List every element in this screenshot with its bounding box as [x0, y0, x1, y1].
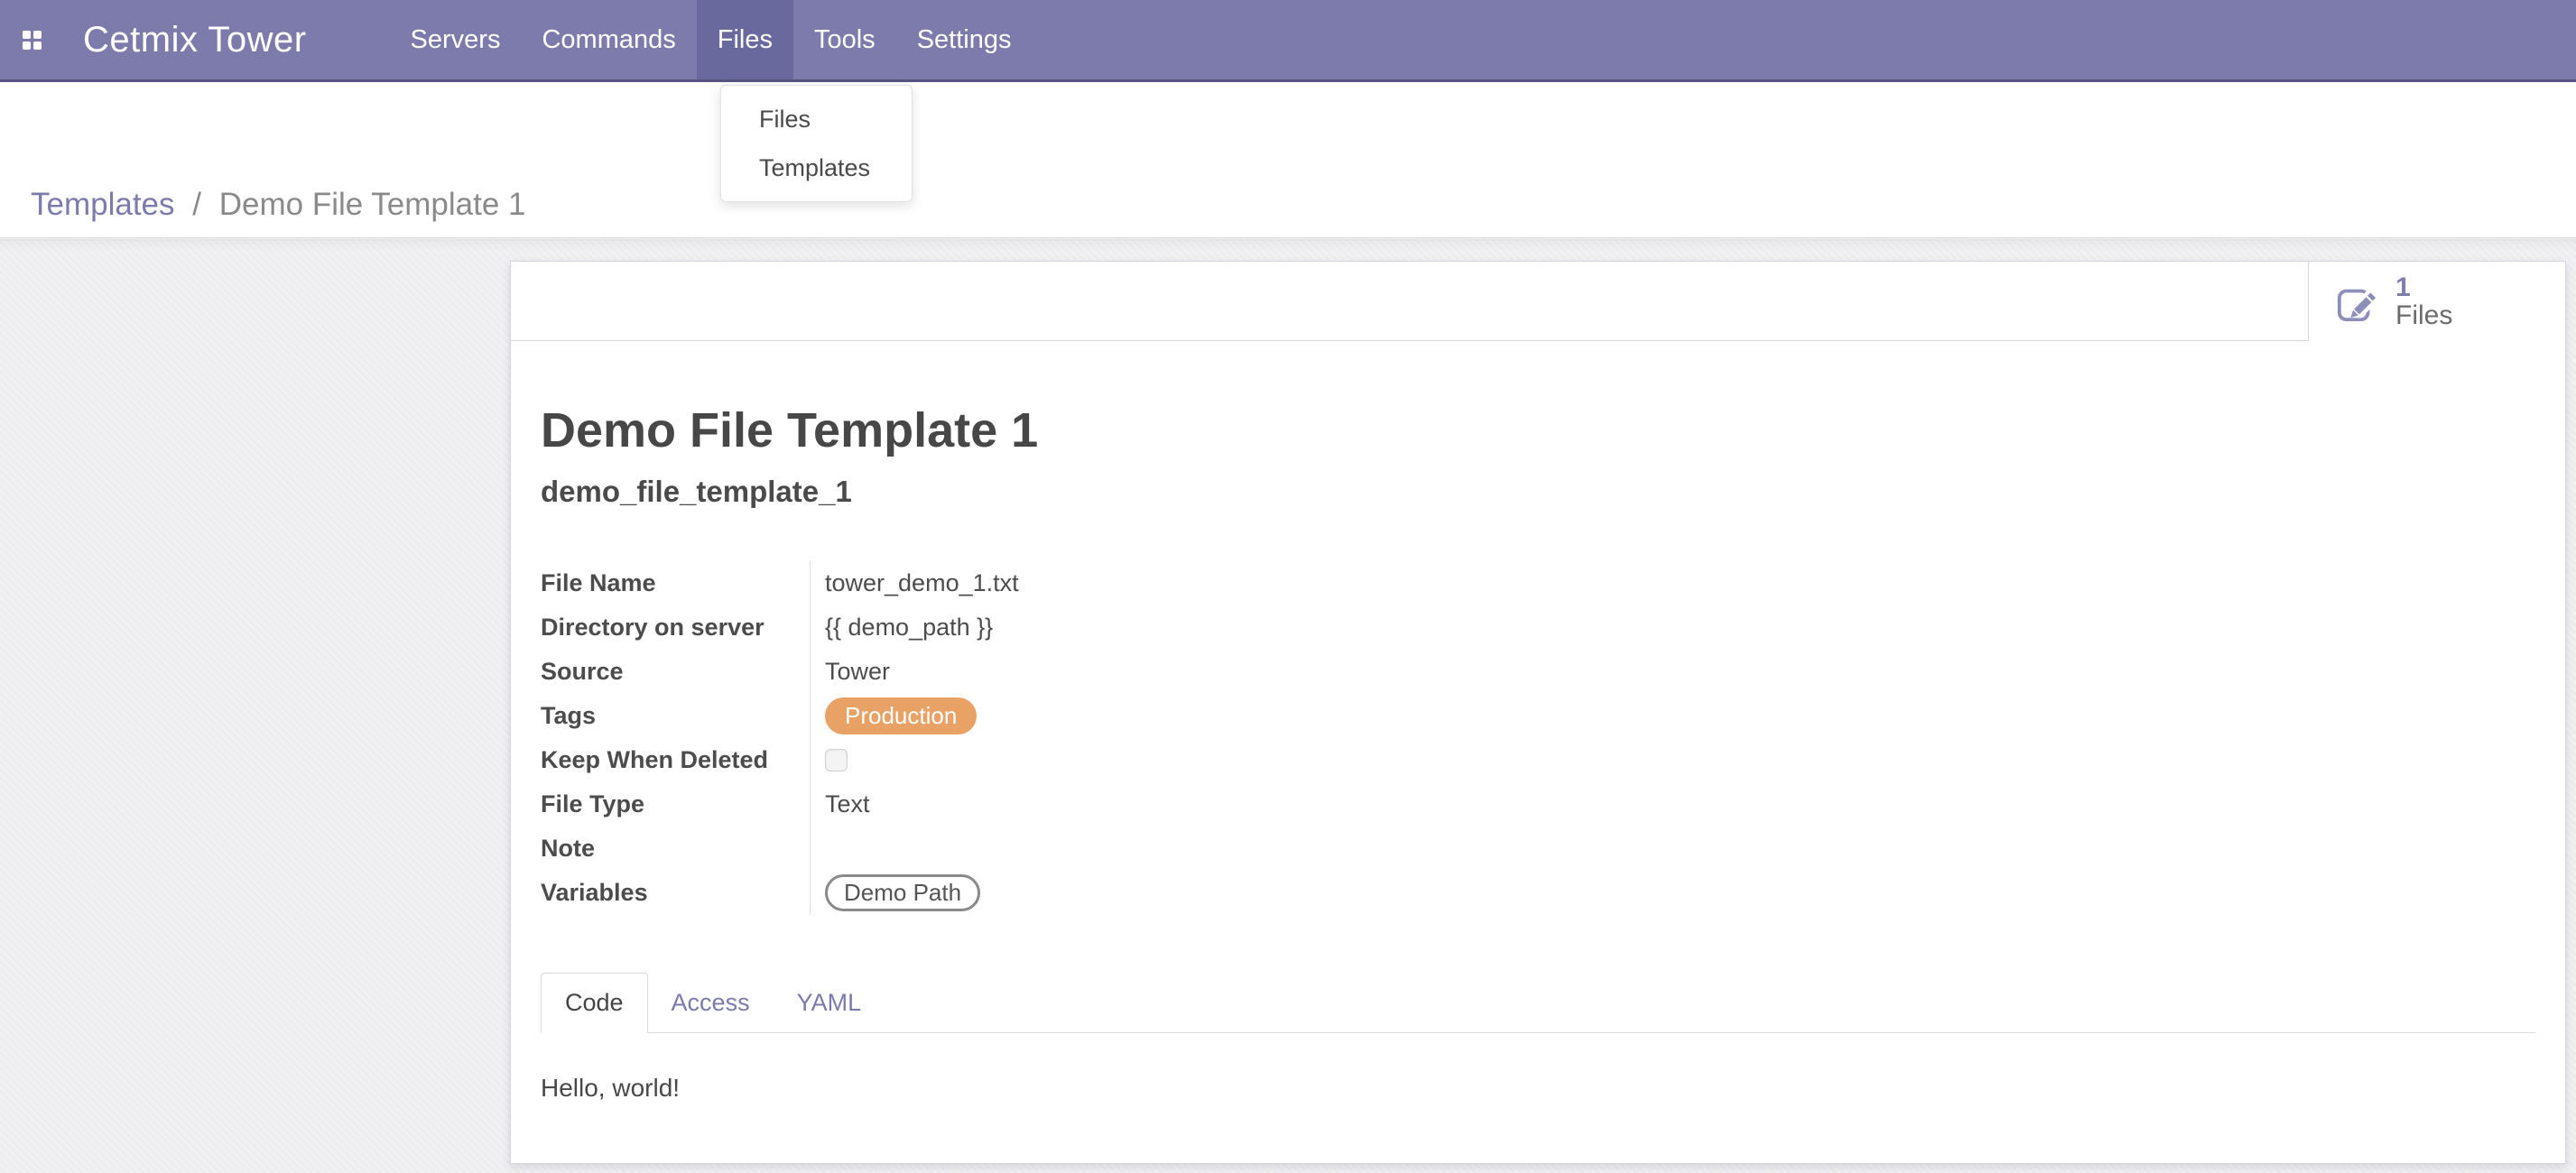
field-group: File Name tower_demo_1.txt Directory on …: [541, 561, 2535, 915]
keep-when-deleted-checkbox[interactable]: [825, 749, 848, 771]
field-label: Directory on server: [541, 605, 811, 650]
breadcrumb-separator: /: [192, 187, 201, 222]
field-row-keep-when-deleted: Keep When Deleted: [541, 738, 2535, 782]
field-label: Keep When Deleted: [541, 738, 811, 782]
field-value-file-type: Text: [811, 790, 870, 818]
button-box: 1 Files: [511, 262, 2565, 341]
field-value-directory: {{ demo_path }}: [811, 614, 993, 642]
variable-pill-demo-path[interactable]: Demo Path: [825, 874, 980, 911]
tag-badge-production[interactable]: Production: [825, 697, 977, 734]
breadcrumb-current: Demo File Template 1: [219, 187, 526, 222]
field-value-tags: Production: [811, 697, 977, 734]
stat-count: 1: [2395, 273, 2452, 301]
edit-square-icon: [2336, 281, 2377, 322]
field-label: Variables: [541, 871, 811, 915]
field-row-source: Source Tower: [541, 650, 2535, 694]
field-label: File Type: [541, 782, 811, 827]
form-view-background: 1 Files Demo File Template 1 demo_file_t…: [0, 239, 2576, 1173]
dropdown-item-files[interactable]: Files: [721, 95, 912, 143]
field-row-file-type: File Type Text: [541, 782, 2535, 827]
notebook-tabs: Code Access YAML: [541, 973, 2535, 1033]
files-stat-button[interactable]: 1 Files: [2308, 262, 2565, 341]
top-navbar: Cetmix Tower Servers Commands Files Tool…: [0, 0, 2576, 82]
field-value-keep-when-deleted: [811, 749, 848, 771]
breadcrumb-parent-link[interactable]: Templates: [31, 187, 175, 222]
field-row-note: Note: [541, 827, 2535, 871]
control-panel: Templates / Demo File Template 1 Edit Cr…: [0, 82, 2576, 238]
field-label: Source: [541, 650, 811, 694]
nav-item-settings[interactable]: Settings: [896, 0, 1033, 79]
stat-label: Files: [2395, 301, 2452, 329]
record-title: Demo File Template 1: [541, 402, 2535, 458]
field-value-variables: Demo Path: [811, 874, 980, 911]
field-label: Note: [541, 827, 811, 871]
apps-grid-icon[interactable]: [23, 31, 42, 50]
nav-item-servers[interactable]: Servers: [390, 0, 522, 79]
field-value-file-name: tower_demo_1.txt: [811, 569, 1019, 597]
record-card: 1 Files Demo File Template 1 demo_file_t…: [510, 261, 2566, 1164]
field-label: Tags: [541, 694, 811, 738]
nav-item-commands[interactable]: Commands: [521, 0, 696, 79]
nav-item-tools[interactable]: Tools: [793, 0, 896, 79]
tab-code[interactable]: Code: [541, 973, 648, 1033]
field-label: File Name: [541, 561, 811, 605]
stat-text: 1 Files: [2395, 273, 2452, 329]
files-dropdown-menu: Files Templates: [720, 85, 913, 202]
field-value-source: Tower: [811, 658, 890, 686]
field-row-tags: Tags Production: [541, 694, 2535, 738]
brand-title: Cetmix Tower: [83, 20, 307, 60]
code-tab-content: Hello, world!: [541, 1033, 2535, 1103]
tab-access[interactable]: Access: [648, 973, 774, 1032]
dropdown-item-templates[interactable]: Templates: [721, 143, 912, 192]
tab-yaml[interactable]: YAML: [774, 973, 885, 1032]
form-sheet: Demo File Template 1 demo_file_template_…: [511, 402, 2565, 1103]
field-row-directory: Directory on server {{ demo_path }}: [541, 605, 2535, 650]
record-reference: demo_file_template_1: [541, 475, 2535, 509]
field-row-variables: Variables Demo Path: [541, 871, 2535, 915]
breadcrumb: Templates / Demo File Template 1: [31, 187, 526, 223]
nav-menu: Servers Commands Files Tools Settings: [390, 0, 1033, 79]
field-row-file-name: File Name tower_demo_1.txt: [541, 561, 2535, 605]
nav-item-files[interactable]: Files: [697, 0, 793, 79]
